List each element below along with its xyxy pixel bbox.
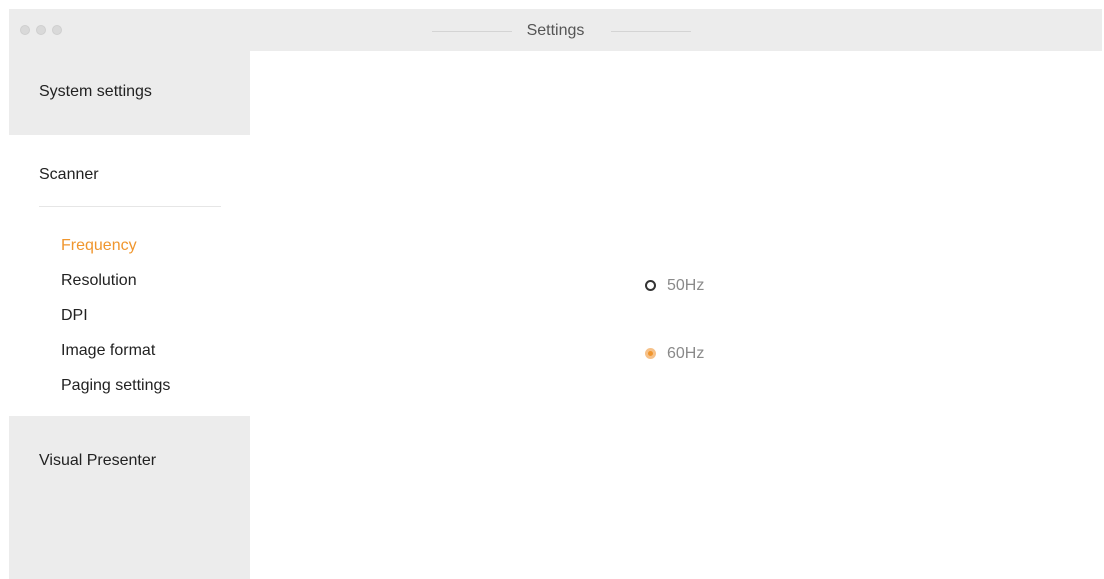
- sidebar-item-dpi[interactable]: DPI: [61, 307, 88, 325]
- window-title: Settings: [526, 22, 585, 39]
- settings-window: Settings System settings Scanner Frequen…: [9, 9, 1102, 579]
- sidebar-heading-system-settings[interactable]: System settings: [39, 83, 152, 101]
- sidebar: System settings Scanner Frequency Resolu…: [9, 51, 250, 579]
- frequency-panel: 50Hz 60Hz: [250, 51, 1102, 579]
- sidebar-section-system-settings[interactable]: System settings: [9, 51, 250, 135]
- sidebar-heading-visual-presenter[interactable]: Visual Presenter: [39, 452, 156, 470]
- sidebar-heading-scanner[interactable]: Scanner: [39, 166, 99, 184]
- sidebar-item-frequency[interactable]: Frequency: [61, 237, 137, 255]
- sidebar-item-image-format[interactable]: Image format: [61, 342, 155, 360]
- sidebar-item-paging-settings[interactable]: Paging settings: [61, 377, 170, 395]
- radio-unchecked-icon[interactable]: [645, 280, 656, 291]
- sidebar-section-visual-presenter[interactable]: Visual Presenter: [9, 416, 250, 579]
- title-divider-right: [611, 31, 691, 32]
- frequency-option-label: 50Hz: [667, 277, 705, 294]
- sidebar-item-resolution[interactable]: Resolution: [61, 272, 137, 290]
- frequency-option-label: 60Hz: [667, 345, 705, 362]
- sidebar-section-scanner: Scanner Frequency Resolution DPI Image f…: [9, 135, 250, 416]
- sidebar-divider: [39, 206, 221, 207]
- title-bar: Settings: [9, 9, 1102, 51]
- radio-checked-icon[interactable]: [645, 348, 656, 359]
